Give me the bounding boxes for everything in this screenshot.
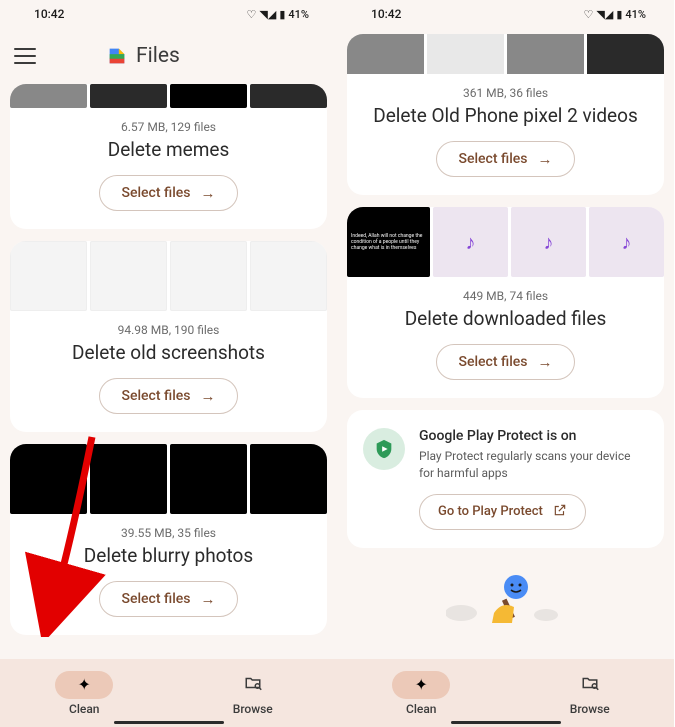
- phone-right: 10:42 ♡◥◢▮41% 361 MB, 36 files Delete Ol…: [337, 0, 674, 727]
- thumbnail-row: [10, 444, 327, 514]
- nav-clean[interactable]: ✦ Clean: [337, 659, 506, 727]
- play-protect-shield-icon: [363, 428, 405, 470]
- select-files-button[interactable]: Select files→: [99, 581, 239, 617]
- nav-browse[interactable]: Browse: [506, 659, 675, 727]
- content-scroll[interactable]: 361 MB, 36 files Delete Old Phone pixel …: [337, 28, 674, 659]
- select-files-button[interactable]: Select files→: [99, 378, 239, 414]
- bottom-nav: ✦ Clean Browse: [337, 659, 674, 727]
- app-header: Files: [0, 28, 337, 84]
- select-files-button[interactable]: Select files→: [99, 175, 239, 211]
- arrow-right-icon: →: [200, 184, 215, 202]
- bottom-nav: ✦ Clean Browse: [0, 659, 337, 727]
- thumbnail-row: [347, 34, 664, 74]
- card-stats: 39.55 MB, 35 files: [26, 526, 311, 540]
- folder-search-icon: [244, 674, 262, 696]
- sparkle-icon: ✦: [415, 675, 428, 694]
- thumbnail-row: [10, 241, 327, 311]
- status-bar: 10:42 ♡◥◢▮41%: [0, 0, 337, 28]
- music-icon: ♪: [433, 207, 508, 277]
- card-title: Delete old screenshots: [26, 341, 311, 364]
- status-icons: ♡◥◢▮41%: [584, 8, 646, 21]
- card-title: Delete downloaded files: [363, 307, 648, 330]
- arrow-right-icon: →: [537, 353, 552, 371]
- nav-browse[interactable]: Browse: [169, 659, 338, 727]
- card-title: Delete memes: [26, 138, 311, 161]
- clean-card-screenshots: 94.98 MB, 190 files Delete old screensho…: [10, 241, 327, 432]
- card-stats: 361 MB, 36 files: [363, 86, 648, 100]
- arrow-right-icon: →: [537, 150, 552, 168]
- files-logo-icon: [106, 45, 128, 67]
- status-time: 10:42: [34, 7, 64, 21]
- status-time: 10:42: [371, 7, 401, 21]
- arrow-right-icon: →: [200, 387, 215, 405]
- select-files-button[interactable]: Select files→: [436, 141, 576, 177]
- sparkle-icon: ✦: [78, 675, 91, 694]
- folder-search-icon: [581, 674, 599, 696]
- status-bar: 10:42 ♡◥◢▮41%: [337, 0, 674, 28]
- arrow-right-icon: →: [200, 590, 215, 608]
- protect-desc: Play Protect regularly scans your device…: [419, 448, 648, 482]
- clean-card-videos: 361 MB, 36 files Delete Old Phone pixel …: [347, 34, 664, 195]
- hamburger-menu-icon[interactable]: [14, 48, 36, 64]
- clean-illustration: [347, 560, 664, 630]
- go-to-play-protect-button[interactable]: Go to Play Protect: [419, 494, 586, 530]
- card-title: Delete Old Phone pixel 2 videos: [363, 104, 648, 127]
- music-icon: ♪: [511, 207, 586, 277]
- home-indicator[interactable]: [451, 721, 561, 724]
- thumbnail-row: Indeed, Allah will not change the condit…: [347, 207, 664, 277]
- card-stats: 449 MB, 74 files: [363, 289, 648, 303]
- card-stats: 94.98 MB, 190 files: [26, 323, 311, 337]
- card-title: Delete blurry photos: [26, 544, 311, 567]
- protect-title: Google Play Protect is on: [419, 428, 648, 444]
- clean-card-downloads: Indeed, Allah will not change the condit…: [347, 207, 664, 398]
- music-icon: ♪: [589, 207, 664, 277]
- nav-clean[interactable]: ✦ Clean: [0, 659, 169, 727]
- clean-card-memes: 6.57 MB, 129 files Delete memes Select f…: [10, 84, 327, 229]
- status-icons: ♡◥◢▮41%: [247, 8, 309, 21]
- content-scroll[interactable]: 6.57 MB, 129 files Delete memes Select f…: [0, 84, 337, 659]
- phone-left: 10:42 ♡◥◢▮41% Files 6.57 MB, 129 files D…: [0, 0, 337, 727]
- card-stats: 6.57 MB, 129 files: [26, 120, 311, 134]
- thumbnail-row: [10, 84, 327, 108]
- app-title: Files: [106, 44, 180, 68]
- play-protect-card: Google Play Protect is on Play Protect r…: [347, 410, 664, 548]
- home-indicator[interactable]: [114, 721, 224, 724]
- clean-card-blurry: 39.55 MB, 35 files Delete blurry photos …: [10, 444, 327, 635]
- select-files-button[interactable]: Select files→: [436, 344, 576, 380]
- external-link-icon: [553, 503, 567, 521]
